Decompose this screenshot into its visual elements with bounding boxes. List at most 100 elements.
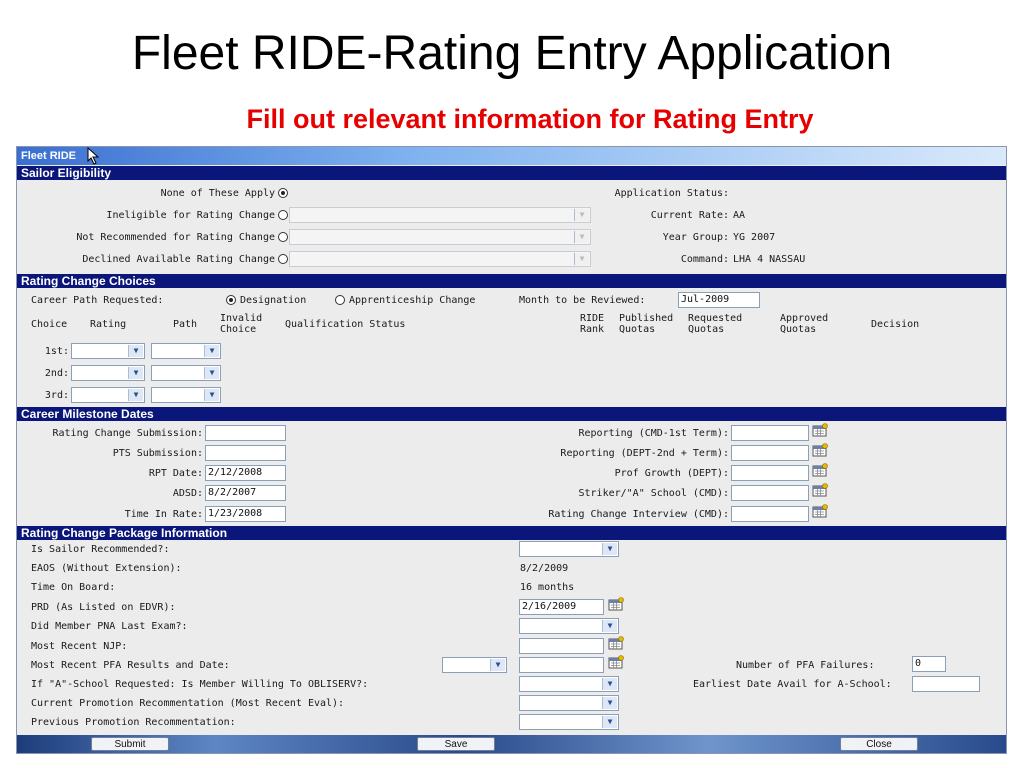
milestone-label: Striker/"A" School (CMD): (578, 488, 729, 499)
declined-reason-select[interactable]: ▼ (289, 251, 591, 267)
adsd-input[interactable]: 8/2/2007 (205, 485, 286, 501)
year-group-label: Year Group: (662, 232, 729, 243)
save-button[interactable]: Save (417, 737, 495, 751)
calendar-icon[interactable] (812, 423, 828, 437)
section-rating-change-choices: Rating Change Choices (17, 274, 1006, 288)
section-sailor-eligibility: Sailor Eligibility (17, 166, 1006, 180)
fleet-ride-window: Fleet RIDE Sailor Eligibility None of Th… (16, 146, 1007, 754)
package-label: Is Sailor Recommended?: (31, 544, 170, 555)
earliest-avail-label: Earliest Date Avail for A-School: (693, 679, 892, 690)
command-value: LHA 4 NASSAU (733, 254, 806, 265)
reporting-dept-input[interactable] (731, 445, 809, 461)
eaos-value: 8/2/2009 (520, 563, 569, 574)
recent-njp-input[interactable] (519, 638, 604, 654)
striker-a-school-input[interactable] (731, 485, 809, 501)
milestone-label: RPT Date: (148, 468, 203, 479)
package-label: PRD (As Listed on EDVR): (31, 602, 176, 613)
eligibility-label: None of These Apply (160, 188, 275, 199)
calendar-icon[interactable] (608, 597, 624, 611)
milestone-label: Rating Change Interview (CMD): (548, 509, 729, 520)
package-label: Current Promotion Recommentation (Most R… (31, 698, 345, 709)
month-reviewed-input[interactable]: Jul-2009 (678, 292, 760, 308)
header-decision: Decision (871, 319, 920, 330)
prd-input[interactable]: 2/16/2009 (519, 599, 604, 615)
milestone-label: Prof Growth (DEPT): (614, 468, 729, 479)
pfa-results-select[interactable]: ▼ (442, 657, 507, 673)
submit-button[interactable]: Submit (91, 737, 169, 751)
radio-apprenticeship-change[interactable] (335, 295, 345, 305)
choice-2-path-select[interactable]: ▼ (151, 365, 221, 381)
reporting-cmd-input[interactable] (731, 425, 809, 441)
not-recommended-reason-select[interactable]: ▼ (289, 229, 591, 245)
radio-designation[interactable] (226, 295, 236, 305)
milestone-label: PTS Submission: (112, 448, 203, 459)
package-label: EAOS (Without Extension): (31, 563, 182, 574)
year-group-value: YG 2007 (733, 232, 776, 243)
ineligible-reason-select[interactable]: ▼ (289, 207, 591, 223)
calendar-icon[interactable] (812, 483, 828, 497)
package-label: Previous Promotion Recommentation: (31, 717, 236, 728)
earliest-avail-input[interactable] (912, 676, 980, 692)
header-path: Path (173, 319, 198, 330)
pts-submission-input[interactable] (205, 445, 286, 461)
slide-subtitle: Fill out relevant information for Rating… (246, 104, 814, 134)
calendar-icon[interactable] (812, 504, 828, 518)
time-in-rate-input[interactable]: 1/23/2008 (205, 506, 286, 522)
radio-not-recommended[interactable] (278, 232, 288, 242)
choice-3-rating-select[interactable]: ▼ (71, 387, 145, 403)
eligibility-label: Not Recommended for Rating Change (76, 232, 275, 243)
choice-1-path-select[interactable]: ▼ (151, 343, 221, 359)
career-path-label: Career Path Requested: (31, 295, 164, 306)
rpt-date-input[interactable]: 2/12/2008 (205, 465, 286, 481)
calendar-icon[interactable] (812, 443, 828, 457)
radio-ineligible[interactable] (278, 210, 288, 220)
application-status-label: Application Status: (614, 188, 729, 199)
header-approved-quotas: Quotas (780, 324, 817, 335)
eligibility-label: Declined Available Rating Change (82, 254, 275, 265)
choice-1-rating-select[interactable]: ▼ (71, 343, 145, 359)
choice-row-label: 1st: (44, 346, 69, 357)
section-career-milestone-dates: Career Milestone Dates (17, 407, 1006, 421)
milestone-label: Time In Rate: (124, 509, 203, 520)
calendar-icon[interactable] (608, 655, 624, 669)
header-choice: Choice (31, 319, 68, 330)
milestone-label: ADSD: (172, 488, 203, 499)
prof-growth-input[interactable] (731, 465, 809, 481)
button-bar: Submit Save Close (17, 735, 1006, 753)
pfa-failures-input[interactable]: 0 (912, 656, 946, 672)
radio-declined[interactable] (278, 254, 288, 264)
window-title: Fleet RIDE (17, 147, 1006, 165)
eligibility-label: Ineligible for Rating Change (106, 210, 275, 221)
pna-last-exam-select[interactable]: ▼ (519, 618, 619, 634)
pfa-date-input[interactable] (519, 657, 604, 673)
apprenticeship-label: Apprenticeship Change (349, 295, 476, 306)
calendar-icon[interactable] (608, 636, 624, 650)
sailor-recommended-select[interactable]: ▼ (519, 541, 619, 557)
choice-2-rating-select[interactable]: ▼ (71, 365, 145, 381)
radio-none-apply[interactable] (278, 188, 288, 198)
package-label: Most Recent NJP: (31, 641, 128, 652)
designation-label: Designation (240, 295, 307, 306)
previous-promotion-select[interactable]: ▼ (519, 714, 619, 730)
package-label: If "A"-School Requested: Is Member Willi… (31, 679, 369, 690)
header-invalid-choice: Choice (220, 324, 257, 335)
milestone-label: Rating Change Submission: (52, 428, 203, 439)
command-label: Command: (680, 254, 729, 265)
current-promotion-select[interactable]: ▼ (519, 695, 619, 711)
obliserv-select[interactable]: ▼ (519, 676, 619, 692)
choice-3-path-select[interactable]: ▼ (151, 387, 221, 403)
header-requested-quotas: Quotas (688, 324, 725, 335)
calendar-icon[interactable] (812, 463, 828, 477)
package-label: Did Member PNA Last Exam?: (31, 621, 188, 632)
current-rate-label: Current Rate: (650, 210, 729, 221)
package-label: Most Recent PFA Results and Date: (31, 660, 230, 671)
package-label: Time On Board: (31, 582, 116, 593)
close-button[interactable]: Close (840, 737, 918, 751)
header-qualification-status: Qualification Status (285, 319, 406, 330)
header-published-quotas: Quotas (619, 324, 656, 335)
section-rating-change-package: Rating Change Package Information (17, 526, 1006, 540)
choice-row-label: 3rd: (44, 390, 69, 401)
rating-change-submission-input[interactable] (205, 425, 286, 441)
pfa-failures-label: Number of PFA Failures: (736, 660, 875, 671)
rating-change-interview-input[interactable] (731, 506, 809, 522)
